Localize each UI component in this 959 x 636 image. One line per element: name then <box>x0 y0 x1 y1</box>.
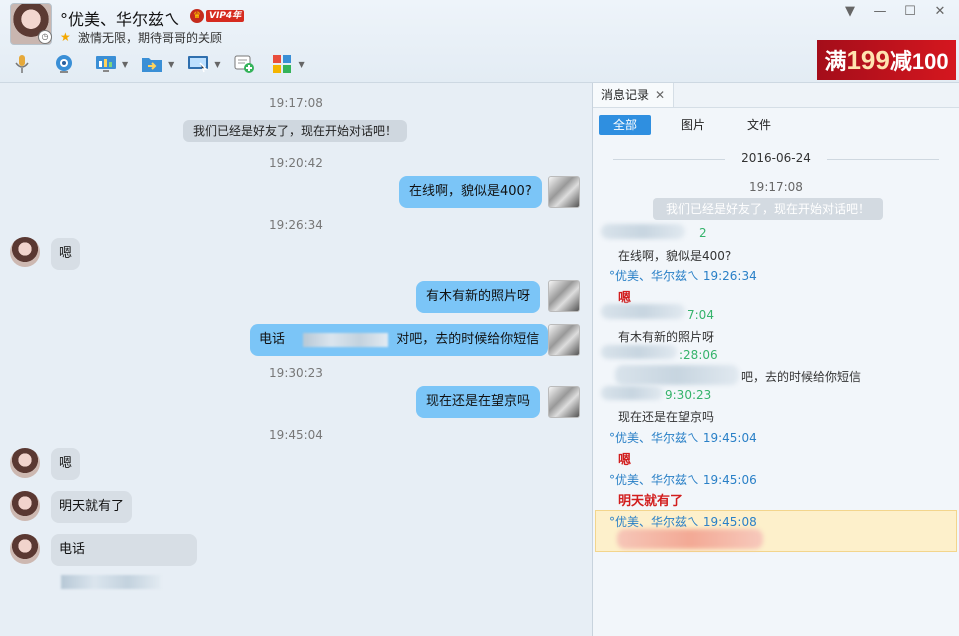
redacted-text <box>601 345 677 359</box>
chevron-down-icon[interactable]: ▼ <box>214 60 220 69</box>
message-bubble-sent[interactable]: 在线啊，貌似是400? <box>399 176 542 208</box>
message-timestamp: 19:17:08 <box>269 96 323 110</box>
self-avatar[interactable] <box>548 280 580 312</box>
message-history-panel: 消息记录 ✕ 全部 图片 文件 2016-06-24 19:17:08 我们已经是… <box>593 83 959 636</box>
filter-all[interactable]: 全部 <box>599 115 652 135</box>
star-icon: ★ <box>60 30 71 44</box>
send-file-button[interactable] <box>140 53 164 75</box>
message-bubble-received[interactable]: 嗯 <box>51 448 81 480</box>
message-bubble-received[interactable]: 电话 <box>51 534 197 589</box>
tab-message-history[interactable]: 消息记录 ✕ <box>593 83 675 107</box>
clock-icon: ◷ <box>38 30 52 44</box>
video-call-button[interactable] <box>52 53 76 75</box>
screen-share-icon <box>96 56 116 72</box>
history-entry-header: :28:06 <box>679 348 718 362</box>
history-date: 2016-06-24 <box>741 151 811 165</box>
chat-toolbar: ▼ ▼ ▼ ▼ <box>10 52 317 76</box>
contact-signature: 激情无限，期待哥哥的关顾 <box>78 31 223 45</box>
maximize-icon[interactable]: ☐ <box>900 4 920 19</box>
monitor-icon <box>188 56 209 73</box>
redacted-text <box>615 365 739 385</box>
self-avatar[interactable] <box>548 324 580 356</box>
history-entry-header: °优美、华尔兹ㄟ 19:45:06 <box>609 473 757 487</box>
message-text: 对吧，去的时候给你短信 <box>396 332 540 347</box>
history-entry-text[interactable]: 明天就有了 <box>618 490 683 509</box>
screenshot-button[interactable] <box>186 53 210 75</box>
contact-avatar[interactable] <box>10 237 40 267</box>
webcam-icon <box>56 55 72 73</box>
history-entry-header: 7:04 <box>687 308 714 322</box>
promo-text-3: 减100 <box>889 49 949 74</box>
message-bubble-sent[interactable]: 有木有新的照片呀 <box>416 281 541 313</box>
chevron-down-icon[interactable]: ▼ <box>122 60 128 69</box>
microphone-icon <box>15 55 29 73</box>
separator-line <box>613 159 725 160</box>
history-entry-text[interactable]: 吧，去的时候给你短信 <box>741 368 861 385</box>
contact-avatar[interactable] <box>10 534 40 564</box>
separator-line <box>827 159 939 160</box>
voice-call-button[interactable] <box>10 53 34 75</box>
history-entry-text[interactable]: 嗯 <box>618 449 631 468</box>
minimize-icon[interactable]: — <box>870 4 890 19</box>
tab-label: 消息记录 <box>601 88 650 102</box>
remote-desktop-button[interactable] <box>94 53 118 75</box>
message-timestamp: 19:26:34 <box>269 218 323 232</box>
chat-header: ◷ °优美、华尔兹ㄟ ♛ VIP4年 ★ 激情无限，期待哥哥的关顾 ▼ — ☐ … <box>0 0 959 83</box>
redacted-text <box>303 332 389 347</box>
message-timestamp: 19:30:23 <box>269 366 323 380</box>
vip-label: VIP4年 <box>206 10 245 22</box>
folder-icon <box>142 58 163 72</box>
message-text: 电话 <box>59 542 86 557</box>
apps-button[interactable] <box>270 53 294 75</box>
history-entry-header: °优美、华尔兹ㄟ 19:45:04 <box>609 431 757 445</box>
filter-images[interactable]: 图片 <box>667 115 719 135</box>
promo-text-1: 满 <box>824 49 847 74</box>
contact-avatar[interactable] <box>10 448 40 478</box>
message-bubble-sent[interactable]: 现在还是在望京吗 <box>416 386 541 418</box>
redacted-text <box>61 574 161 589</box>
filter-files[interactable]: 文件 <box>733 115 785 135</box>
redacted-text <box>601 304 685 319</box>
send-message-tool-button[interactable] <box>232 53 256 75</box>
message-bubble-sent[interactable]: 电话 对吧，去的时候给你短信 <box>250 324 549 356</box>
message-bubble-received[interactable]: 明天就有了 <box>51 491 133 523</box>
add-message-icon <box>234 55 255 73</box>
redacted-text <box>601 386 663 400</box>
redacted-text <box>601 224 685 239</box>
dropdown-icon[interactable]: ▼ <box>840 4 860 19</box>
close-icon[interactable]: ✕ <box>655 88 665 102</box>
redacted-text <box>617 529 763 549</box>
crown-icon: ♛ <box>190 9 204 23</box>
history-tab-bar: 消息记录 ✕ <box>593 83 959 108</box>
contact-avatar[interactable] <box>10 491 40 521</box>
apps-grid-icon <box>273 55 292 73</box>
chevron-down-icon[interactable]: ▼ <box>168 60 174 69</box>
promo-text-2: 199 <box>846 44 890 75</box>
history-system-message: 我们已经是好友了，现在开始对话吧！ <box>653 198 883 220</box>
history-entry-header: °优美、华尔兹ㄟ 19:45:08 <box>609 515 757 529</box>
close-icon[interactable]: ✕ <box>930 4 950 19</box>
message-timestamp: 19:20:42 <box>269 156 323 170</box>
chevron-down-icon[interactable]: ▼ <box>298 60 304 69</box>
chat-message-area[interactable]: 19:17:08 我们已经是好友了，现在开始对话吧！ 19:20:42 在线啊，… <box>0 83 592 636</box>
message-bubble-received[interactable]: 嗯 <box>51 238 81 270</box>
vip-badge[interactable]: ♛ VIP4年 <box>190 9 245 23</box>
history-entry-header: °优美、华尔兹ㄟ 19:26:34 <box>609 269 757 283</box>
self-avatar[interactable] <box>548 386 580 418</box>
message-timestamp: 19:45:04 <box>269 428 323 442</box>
history-date-separator: 2016-06-24 <box>593 151 959 165</box>
history-entry-text[interactable]: 现在还是在望京吗 <box>618 408 714 425</box>
history-entry-header: 9:30:23 <box>665 388 712 402</box>
contact-nickname[interactable]: °优美、华尔兹ㄟ <box>60 6 180 30</box>
self-avatar[interactable] <box>548 176 580 208</box>
history-entry-text[interactable]: 在线啊，貌似是400? <box>618 247 731 264</box>
system-message: 我们已经是好友了，现在开始对话吧！ <box>183 120 408 142</box>
promo-banner[interactable]: 满 199 减100 <box>817 40 956 80</box>
history-entry-header: 2 <box>699 226 707 240</box>
message-text: 电话 <box>259 332 286 347</box>
history-entry-text[interactable]: 有木有新的照片呀 <box>618 328 714 345</box>
history-timestamp: 19:17:08 <box>749 180 803 194</box>
